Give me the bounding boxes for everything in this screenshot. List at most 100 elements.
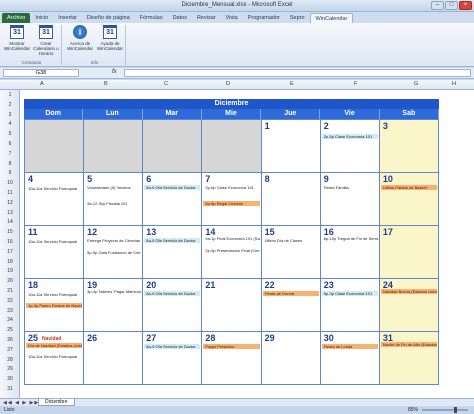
- about-wincalendar-button[interactable]: i Acerca de WinCalendar: [67, 25, 93, 51]
- calendar-event[interactable]: 9a-1p Final Economía 101 (Salón 3b): [203, 236, 259, 241]
- calendar-day-cell[interactable]: 9 Fiesta Familia: [320, 173, 380, 226]
- row-header[interactable]: 11: [0, 190, 20, 196]
- calendar-event[interactable]: Fiesta Familia: [322, 185, 378, 190]
- tab-wincalendar[interactable]: WinCalendar: [309, 13, 354, 23]
- tab-dise-o-de-p-gina[interactable]: Diseño de página: [82, 13, 135, 23]
- row-header[interactable]: 2: [0, 102, 20, 108]
- tab-insertar[interactable]: Insertar: [53, 13, 82, 23]
- calendar-event[interactable]: 1p-3p Paseo Fiestas de Navidad: [26, 303, 83, 308]
- close-button[interactable]: ×: [459, 1, 472, 10]
- calendar-event[interactable]: Pagar Prestamo: [203, 344, 260, 349]
- calendar-empty-cell[interactable]: [84, 120, 144, 173]
- calendar-event[interactable]: 10a-11a Servicio Parroquial: [26, 239, 82, 244]
- minimize-button[interactable]: –: [431, 1, 444, 10]
- row-header[interactable]: 5: [0, 131, 20, 137]
- tab-datos[interactable]: Datos: [168, 13, 192, 23]
- calendar-day-cell[interactable]: 10 Ultimo Partido de Basket: [379, 173, 439, 226]
- calendar-day-cell[interactable]: 3: [379, 120, 439, 173]
- zoom-slider-thumb[interactable]: [454, 407, 457, 413]
- calendar-day-cell[interactable]: 149a-1p Final Economía 101 (Salón 3b)2p-…: [202, 226, 262, 279]
- column-header[interactable]: H: [452, 81, 456, 87]
- calendar-day-cell[interactable]: 2 2p-5p Clase Economía 101: [320, 120, 380, 173]
- worksheet[interactable]: ABCDEFGH 1 2 3 4 5 6 7 8 9 10 11 12 13 14 15 16 17 18 19 20…: [0, 80, 474, 398]
- tab-revisar[interactable]: Revisar: [192, 13, 221, 23]
- help-wincalendar-button[interactable]: 31 Ayuda de WinCalendar: [97, 25, 123, 51]
- calendar-event[interactable]: 8a-9 Ofa Servicio de Doctor: [144, 238, 201, 243]
- row-header[interactable]: 15: [0, 229, 20, 235]
- calendar-day-cell[interactable]: 11 10a-11a Servicio Parroquial: [25, 226, 85, 279]
- calendar-event[interactable]: 9p-3p Clase Economía 101: [321, 291, 378, 296]
- row-header[interactable]: 27: [0, 347, 20, 353]
- calendar-event[interactable]: Noche de Fin de Año (Estados Unidos): [380, 342, 437, 347]
- row-header[interactable]: 1: [0, 92, 20, 98]
- calendar-day-cell[interactable]: 28 Pagar Prestamo: [202, 332, 262, 385]
- calendar-event[interactable]: Fiesta de Dorma: [262, 291, 319, 296]
- calendar-event[interactable]: 9a-12 Sky Fiscalia 101: [85, 201, 141, 206]
- row-header[interactable]: 12: [0, 200, 20, 206]
- calendar-empty-cell[interactable]: [25, 120, 85, 173]
- calendar-event[interactable]: Entrega Proyecto de Ciencias: [85, 238, 141, 243]
- row-header[interactable]: 24: [0, 317, 20, 323]
- calendar-day-cell[interactable]: 1: [261, 120, 321, 173]
- calendar-day-cell[interactable]: 12 Entrega Proyecto de Ciencias 5p-9p Gala…: [84, 226, 144, 279]
- calendar-day-cell[interactable]: 8: [261, 173, 321, 226]
- row-header[interactable]: 21: [0, 288, 20, 294]
- row-header[interactable]: 31: [0, 386, 20, 392]
- calendar-event[interactable]: 2p-5p Clase Economía 101: [321, 134, 378, 139]
- row-header[interactable]: 14: [0, 219, 20, 225]
- calendar-day-cell[interactable]: 4 10a-11a Servicio Parroquial: [25, 173, 85, 226]
- calendar-day-cell[interactable]: 166p-10p Trégua de Fin de Semestre (Bil …: [320, 226, 380, 279]
- calendar-event[interactable]: 8a-9 Ofa Servicio de Doctor: [144, 291, 201, 296]
- column-header[interactable]: B: [104, 81, 108, 87]
- tab-vista[interactable]: Vista: [221, 13, 243, 23]
- row-header[interactable]: 28: [0, 357, 20, 363]
- row-header[interactable]: 23: [0, 308, 20, 314]
- row-header[interactable]: 17: [0, 249, 20, 255]
- calendar-event[interactable]: 10a-11a Servicio Parroquial: [26, 354, 82, 359]
- calendar-event[interactable]: Día de Navidad (Estados Unidos): [26, 343, 83, 348]
- row-header[interactable]: 18: [0, 259, 20, 265]
- calendar-day-cell[interactable]: 23 9p-3p Clase Economía 101: [320, 279, 380, 332]
- column-header[interactable]: E: [290, 81, 294, 87]
- calendar-event[interactable]: 8a-9 Ofa Servicio de Doctor: [144, 185, 201, 190]
- calendar-day-cell[interactable]: 31Noche de Fin de Año (Estados Unidos): [379, 332, 439, 385]
- column-header[interactable]: D: [226, 81, 230, 87]
- tab-programador[interactable]: Programador: [243, 13, 285, 23]
- column-header[interactable]: A: [40, 81, 44, 87]
- calendar-day-cell[interactable]: 5 Voluntariado (9) Vecinos 9a-12 Sky Fisca…: [84, 173, 144, 226]
- calendar-empty-cell[interactable]: [202, 120, 262, 173]
- row-header[interactable]: 8: [0, 161, 20, 167]
- calendar-event[interactable]: Fiesta de Londa: [321, 344, 378, 349]
- calendar-day-cell[interactable]: 17: [379, 226, 439, 279]
- calendar-day-cell[interactable]: 27 8a-9 Ofa Servicio de Doctor: [143, 332, 203, 385]
- tab-inicio[interactable]: Inicio: [30, 13, 53, 23]
- calendar-day-cell[interactable]: 25 Navidad Día de Navidad (Estados Unidos)…: [25, 332, 85, 385]
- calendar-event[interactable]: 3p-4p Talleres 'Pagar Matricula para Pro…: [85, 289, 141, 294]
- calendar-event[interactable]: 8a-9 Ofa Servicio de Doctor: [144, 344, 201, 349]
- name-box[interactable]: G38: [3, 69, 79, 77]
- row-header[interactable]: 29: [0, 366, 20, 372]
- create-calendar-button[interactable]: 31 Crear Calendario u Horario: [33, 25, 59, 56]
- column-header[interactable]: C: [164, 81, 168, 87]
- row-header[interactable]: 22: [0, 298, 20, 304]
- row-header[interactable]: 9: [0, 170, 20, 176]
- calendar-day-cell[interactable]: 30 Fiesta de Londa: [320, 332, 380, 385]
- formula-input[interactable]: [124, 69, 471, 77]
- calendar-event[interactable]: Ultimo Partido de Basket: [380, 185, 437, 190]
- column-header[interactable]: G: [414, 81, 418, 87]
- row-header[interactable]: 6: [0, 141, 20, 147]
- calendar-day-cell[interactable]: 22 Fiesta de Dorma: [261, 279, 321, 332]
- calendar-event[interactable]: 6p-8p Regal Cinbank: [203, 201, 260, 206]
- row-header[interactable]: 10: [0, 180, 20, 186]
- calendar-empty-cell[interactable]: [143, 120, 203, 173]
- calendar-event[interactable]: 5p-9p Gala Fundación de Ciencias: [85, 250, 141, 255]
- sheet-tab-diciembre[interactable]: Diciembre: [38, 399, 75, 406]
- row-header[interactable]: 7: [0, 151, 20, 157]
- calendar-day-cell[interactable]: 18 10a-11a Servicio Parroquial 1p-3p Paseo…: [25, 279, 85, 332]
- row-header[interactable]: 30: [0, 376, 20, 382]
- tab-f-rmulas[interactable]: Fórmulas: [135, 13, 168, 23]
- row-header[interactable]: 19: [0, 268, 20, 274]
- tab-sepro[interactable]: Sepro: [285, 13, 310, 23]
- calendar-event[interactable]: Voluntariado (9) Vecinos: [85, 185, 141, 190]
- row-header[interactable]: 25: [0, 327, 20, 333]
